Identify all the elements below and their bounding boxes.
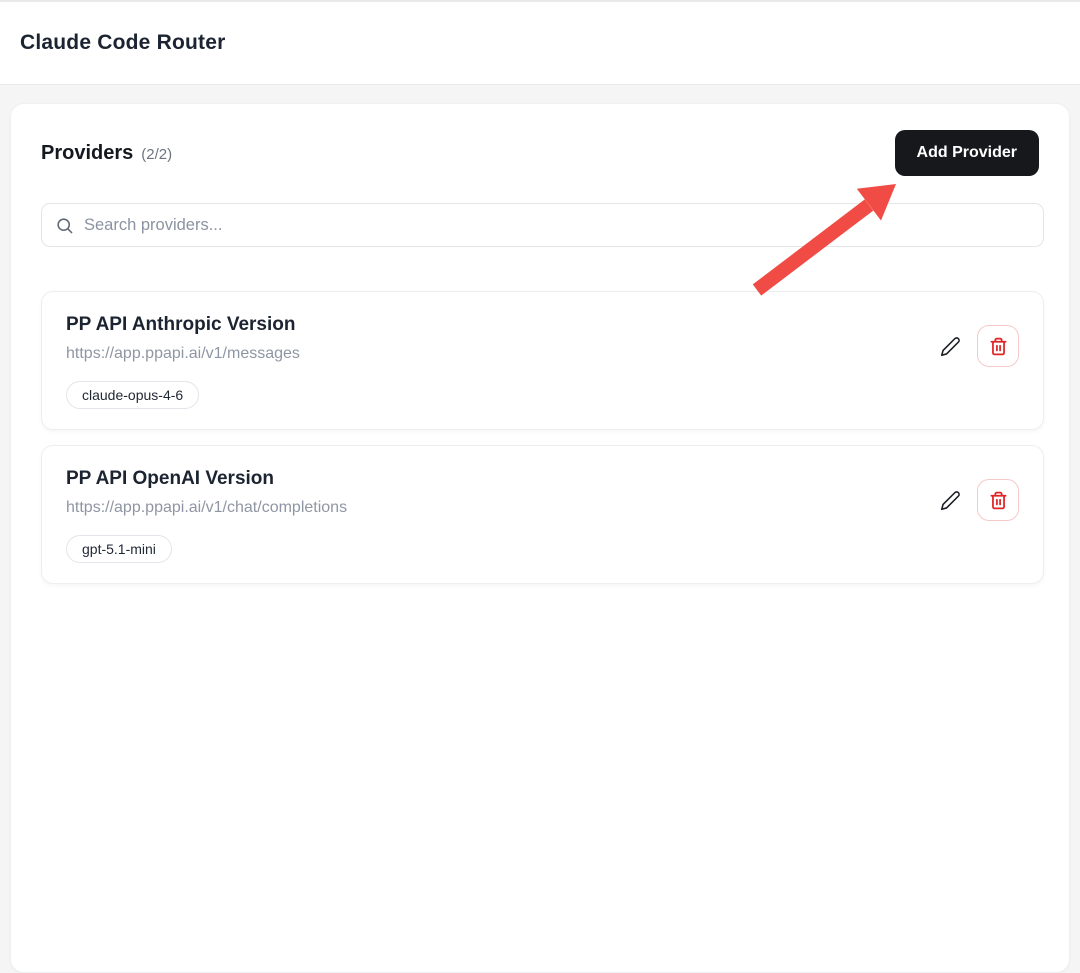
- provider-card: PP API Anthropic Version https://app.ppa…: [41, 291, 1044, 430]
- model-pill: claude-opus-4-6: [66, 381, 199, 409]
- add-provider-button[interactable]: Add Provider: [895, 130, 1039, 176]
- edit-provider-button[interactable]: [931, 327, 969, 365]
- provider-model-tags: claude-opus-4-6: [66, 381, 300, 409]
- providers-title: Providers: [41, 142, 133, 165]
- provider-url: https://app.ppapi.ai/v1/chat/completions: [66, 499, 347, 517]
- provider-url: https://app.ppapi.ai/v1/messages: [66, 345, 300, 363]
- provider-actions: [931, 325, 1019, 367]
- providers-panel: Providers (2/2) Add Provider PP API Anth…: [10, 103, 1070, 973]
- search-providers-input[interactable]: [84, 216, 1030, 235]
- provider-model-tags: gpt-5.1-mini: [66, 535, 347, 563]
- provider-list: PP API Anthropic Version https://app.ppa…: [41, 291, 1044, 584]
- provider-actions: [931, 479, 1019, 521]
- panel-title-group: Providers (2/2): [41, 142, 172, 165]
- provider-name: PP API OpenAI Version: [66, 468, 347, 490]
- app-header: Claude Code Router: [0, 2, 1080, 85]
- pencil-icon: [940, 336, 961, 357]
- search-box[interactable]: [41, 203, 1044, 247]
- providers-count-badge: (2/2): [141, 146, 172, 163]
- provider-name: PP API Anthropic Version: [66, 314, 300, 336]
- provider-card: PP API OpenAI Version https://app.ppapi.…: [41, 445, 1044, 584]
- pencil-icon: [940, 490, 961, 511]
- provider-info: PP API OpenAI Version https://app.ppapi.…: [66, 468, 347, 563]
- trash-icon: [989, 491, 1008, 510]
- panel-header-row: Providers (2/2) Add Provider: [31, 130, 1049, 176]
- delete-provider-button[interactable]: [977, 479, 1019, 521]
- edit-provider-button[interactable]: [931, 481, 969, 519]
- delete-provider-button[interactable]: [977, 325, 1019, 367]
- page-title: Claude Code Router: [20, 31, 225, 55]
- trash-icon: [989, 337, 1008, 356]
- model-pill: gpt-5.1-mini: [66, 535, 172, 563]
- search-icon: [55, 216, 74, 235]
- provider-info: PP API Anthropic Version https://app.ppa…: [66, 314, 300, 409]
